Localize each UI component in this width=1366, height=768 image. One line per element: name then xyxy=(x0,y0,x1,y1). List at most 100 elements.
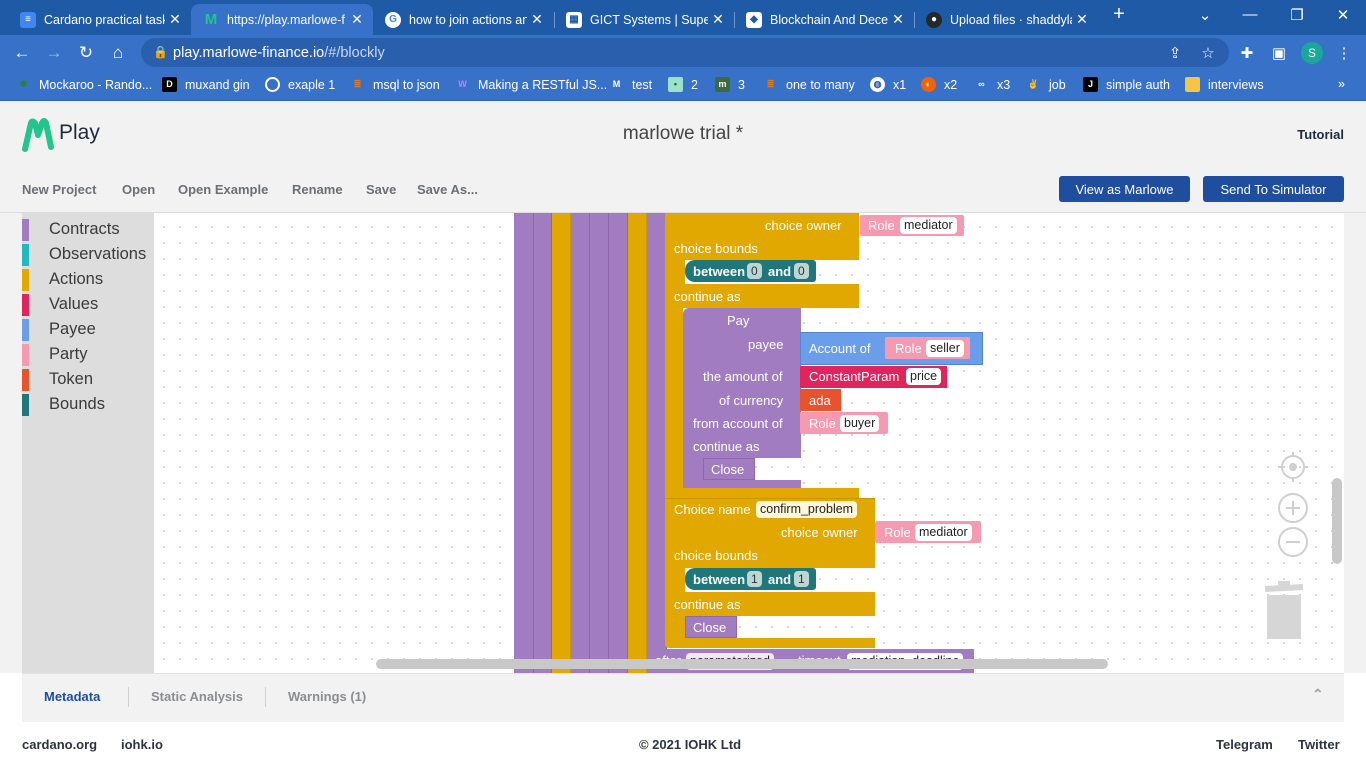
horizontal-scrollbar[interactable] xyxy=(376,659,1108,669)
marlowe-icon: M xyxy=(204,11,218,28)
bound-high-field[interactable]: 0 xyxy=(794,263,809,279)
app-header: Play marlowe trial * Tutorial xyxy=(0,101,1366,164)
stackoverflow-icon: ≣ xyxy=(353,79,362,89)
bookmark-restful[interactable]: W Making a RESTful JS... xyxy=(455,77,607,92)
choice-name-field[interactable]: confirm_problem xyxy=(756,501,858,518)
sidepanel-icon[interactable]: ▣ xyxy=(1269,44,1289,62)
close-icon[interactable]: ✕ xyxy=(888,11,908,28)
tab-metadata[interactable]: Metadata xyxy=(44,689,100,704)
bookmark-one-to-many[interactable]: ≣ one to many xyxy=(763,77,855,92)
bookmark-2[interactable]: • 2 xyxy=(668,77,698,92)
bookmark-x3[interactable]: ∞ x3 xyxy=(974,77,1010,92)
bookmark-simple-auth[interactable]: Jsimple auth xyxy=(1083,77,1170,92)
share-icon[interactable]: ⇪ xyxy=(1165,44,1185,62)
bookmark-test[interactable]: Mtest xyxy=(609,77,652,92)
bookmark-exaple[interactable]: exaple 1 xyxy=(265,77,335,92)
role-name-field[interactable]: seller xyxy=(926,340,964,357)
constant-param-label: ConstantParam xyxy=(809,369,900,384)
role-name-field[interactable]: mediator xyxy=(900,217,957,234)
close-icon[interactable]: ✕ xyxy=(708,11,728,28)
zoom-out-icon[interactable] xyxy=(1277,526,1309,558)
minimize-icon[interactable]: — xyxy=(1235,6,1265,23)
open-button[interactable]: Open xyxy=(122,182,155,197)
tab-search-icon[interactable]: ⌄ xyxy=(1190,6,1220,24)
bookmark-3[interactable]: m3 xyxy=(715,77,745,92)
zoom-in-icon[interactable] xyxy=(1277,492,1309,524)
category-token[interactable]: Token xyxy=(22,367,93,392)
tab-warnings[interactable]: Warnings (1) xyxy=(288,689,366,704)
bookmark-msql[interactable]: ≣ msql to json xyxy=(350,77,440,92)
param-name-field[interactable]: price xyxy=(906,368,942,385)
star-icon[interactable]: ☆ xyxy=(1198,44,1218,62)
role-name-field[interactable]: mediator xyxy=(915,524,972,541)
mockaroo-icon: ✱ xyxy=(19,79,28,89)
contract-rail[interactable] xyxy=(590,213,609,673)
close-icon[interactable]: ✕ xyxy=(527,11,547,28)
bottom-panel: Metadata Static Analysis Warnings (1) ⌃ xyxy=(22,673,1344,722)
action-rail[interactable] xyxy=(628,213,647,673)
bookmark-interviews[interactable]: interviews xyxy=(1185,77,1264,92)
category-payee[interactable]: Payee xyxy=(22,317,96,342)
blockchain-icon: ◆ xyxy=(746,11,762,28)
bound-low-field[interactable]: 0 xyxy=(747,263,762,279)
browser-tab-1[interactable]: ≡ Cardano practical task ✕ xyxy=(8,4,191,35)
window-close-icon[interactable]: ✕ xyxy=(1328,6,1358,24)
reload-icon[interactable]: ↻ xyxy=(75,43,97,63)
bound-low-field[interactable]: 1 xyxy=(747,571,762,587)
open-example-button[interactable]: Open Example xyxy=(178,182,268,197)
close-icon[interactable]: ✕ xyxy=(1072,11,1092,28)
new-tab-icon[interactable]: + xyxy=(1104,3,1134,26)
telegram-link[interactable]: Telegram xyxy=(1216,737,1273,752)
category-contracts[interactable]: Contracts xyxy=(22,217,120,242)
bookmark-x1[interactable]: ◍ x1 xyxy=(870,77,906,92)
browser-tab-5[interactable]: ◆ Blockchain And Decen ✕ xyxy=(734,4,914,35)
new-project-button[interactable]: New Project xyxy=(22,182,96,197)
expand-panel-icon[interactable]: ⌃ xyxy=(1312,686,1324,703)
tutorial-link[interactable]: Tutorial xyxy=(1297,127,1344,142)
address-bar[interactable]: 🔒 play.marlowe-finance.io/#/blockly xyxy=(141,38,1229,67)
when-rail[interactable] xyxy=(647,213,667,673)
forward-icon[interactable]: → xyxy=(43,43,65,63)
back-icon[interactable]: ← xyxy=(11,43,33,63)
rename-button[interactable]: Rename xyxy=(292,182,343,197)
twitter-link[interactable]: Twitter xyxy=(1298,737,1340,752)
close-icon[interactable]: ✕ xyxy=(165,11,185,28)
category-values[interactable]: Values xyxy=(22,292,98,317)
more-bookmarks-icon[interactable]: » xyxy=(1338,77,1345,91)
bound-high-field[interactable]: 1 xyxy=(794,571,809,587)
bookmark-mockaroo[interactable]: ✱ Mockaroo - Rando... xyxy=(16,77,153,92)
browser-tab-2[interactable]: M https://play.marlowe-f ✕ xyxy=(191,4,373,35)
home-icon[interactable]: ⌂ xyxy=(107,43,129,63)
contract-rail[interactable] xyxy=(571,213,590,673)
save-as-button[interactable]: Save As... xyxy=(417,182,478,197)
browser-tab-6[interactable]: ● Upload files · shaddyla ✕ xyxy=(914,4,1098,35)
contract-rail[interactable] xyxy=(514,213,534,673)
maximize-icon[interactable]: ❐ xyxy=(1282,6,1312,24)
save-button[interactable]: Save xyxy=(366,182,396,197)
category-observations[interactable]: Observations xyxy=(22,242,146,267)
role-name-field[interactable]: buyer xyxy=(840,415,880,432)
profile-avatar[interactable]: S xyxy=(1301,42,1323,64)
category-party[interactable]: Party xyxy=(22,342,88,367)
bookmark-x2[interactable]: ◐ x2 xyxy=(921,77,957,92)
browser-tab-4[interactable]: ▦ GICT Systems | Super ✕ xyxy=(554,4,734,35)
contract-rail[interactable] xyxy=(609,213,628,673)
vertical-scrollbar[interactable] xyxy=(1332,478,1342,564)
bookmark-job[interactable]: ✌ job xyxy=(1026,77,1066,92)
view-as-marlowe-button[interactable]: View as Marlowe xyxy=(1059,176,1190,202)
action-rail[interactable] xyxy=(552,213,571,673)
category-actions[interactable]: Actions xyxy=(22,267,103,292)
menu-icon[interactable]: ⋮ xyxy=(1334,44,1354,62)
tab-static-analysis[interactable]: Static Analysis xyxy=(151,689,243,704)
contract-rail[interactable] xyxy=(534,213,552,673)
bookmark-muxand[interactable]: Dmuxand gin xyxy=(162,77,250,92)
recenter-icon[interactable] xyxy=(1277,451,1309,483)
extensions-icon[interactable]: ✚ xyxy=(1237,44,1257,62)
category-bounds[interactable]: Bounds xyxy=(22,392,105,417)
browser-tab-3[interactable]: G how to join actions an ✕ xyxy=(373,4,553,35)
close-icon[interactable]: ✕ xyxy=(347,11,367,28)
blockly-workspace[interactable]: choice owner Role mediator choice bounds… xyxy=(22,213,1344,673)
send-to-simulator-button[interactable]: Send To Simulator xyxy=(1203,176,1344,202)
replit-icon: ◐ xyxy=(921,77,936,92)
trash-icon[interactable] xyxy=(1262,581,1306,641)
